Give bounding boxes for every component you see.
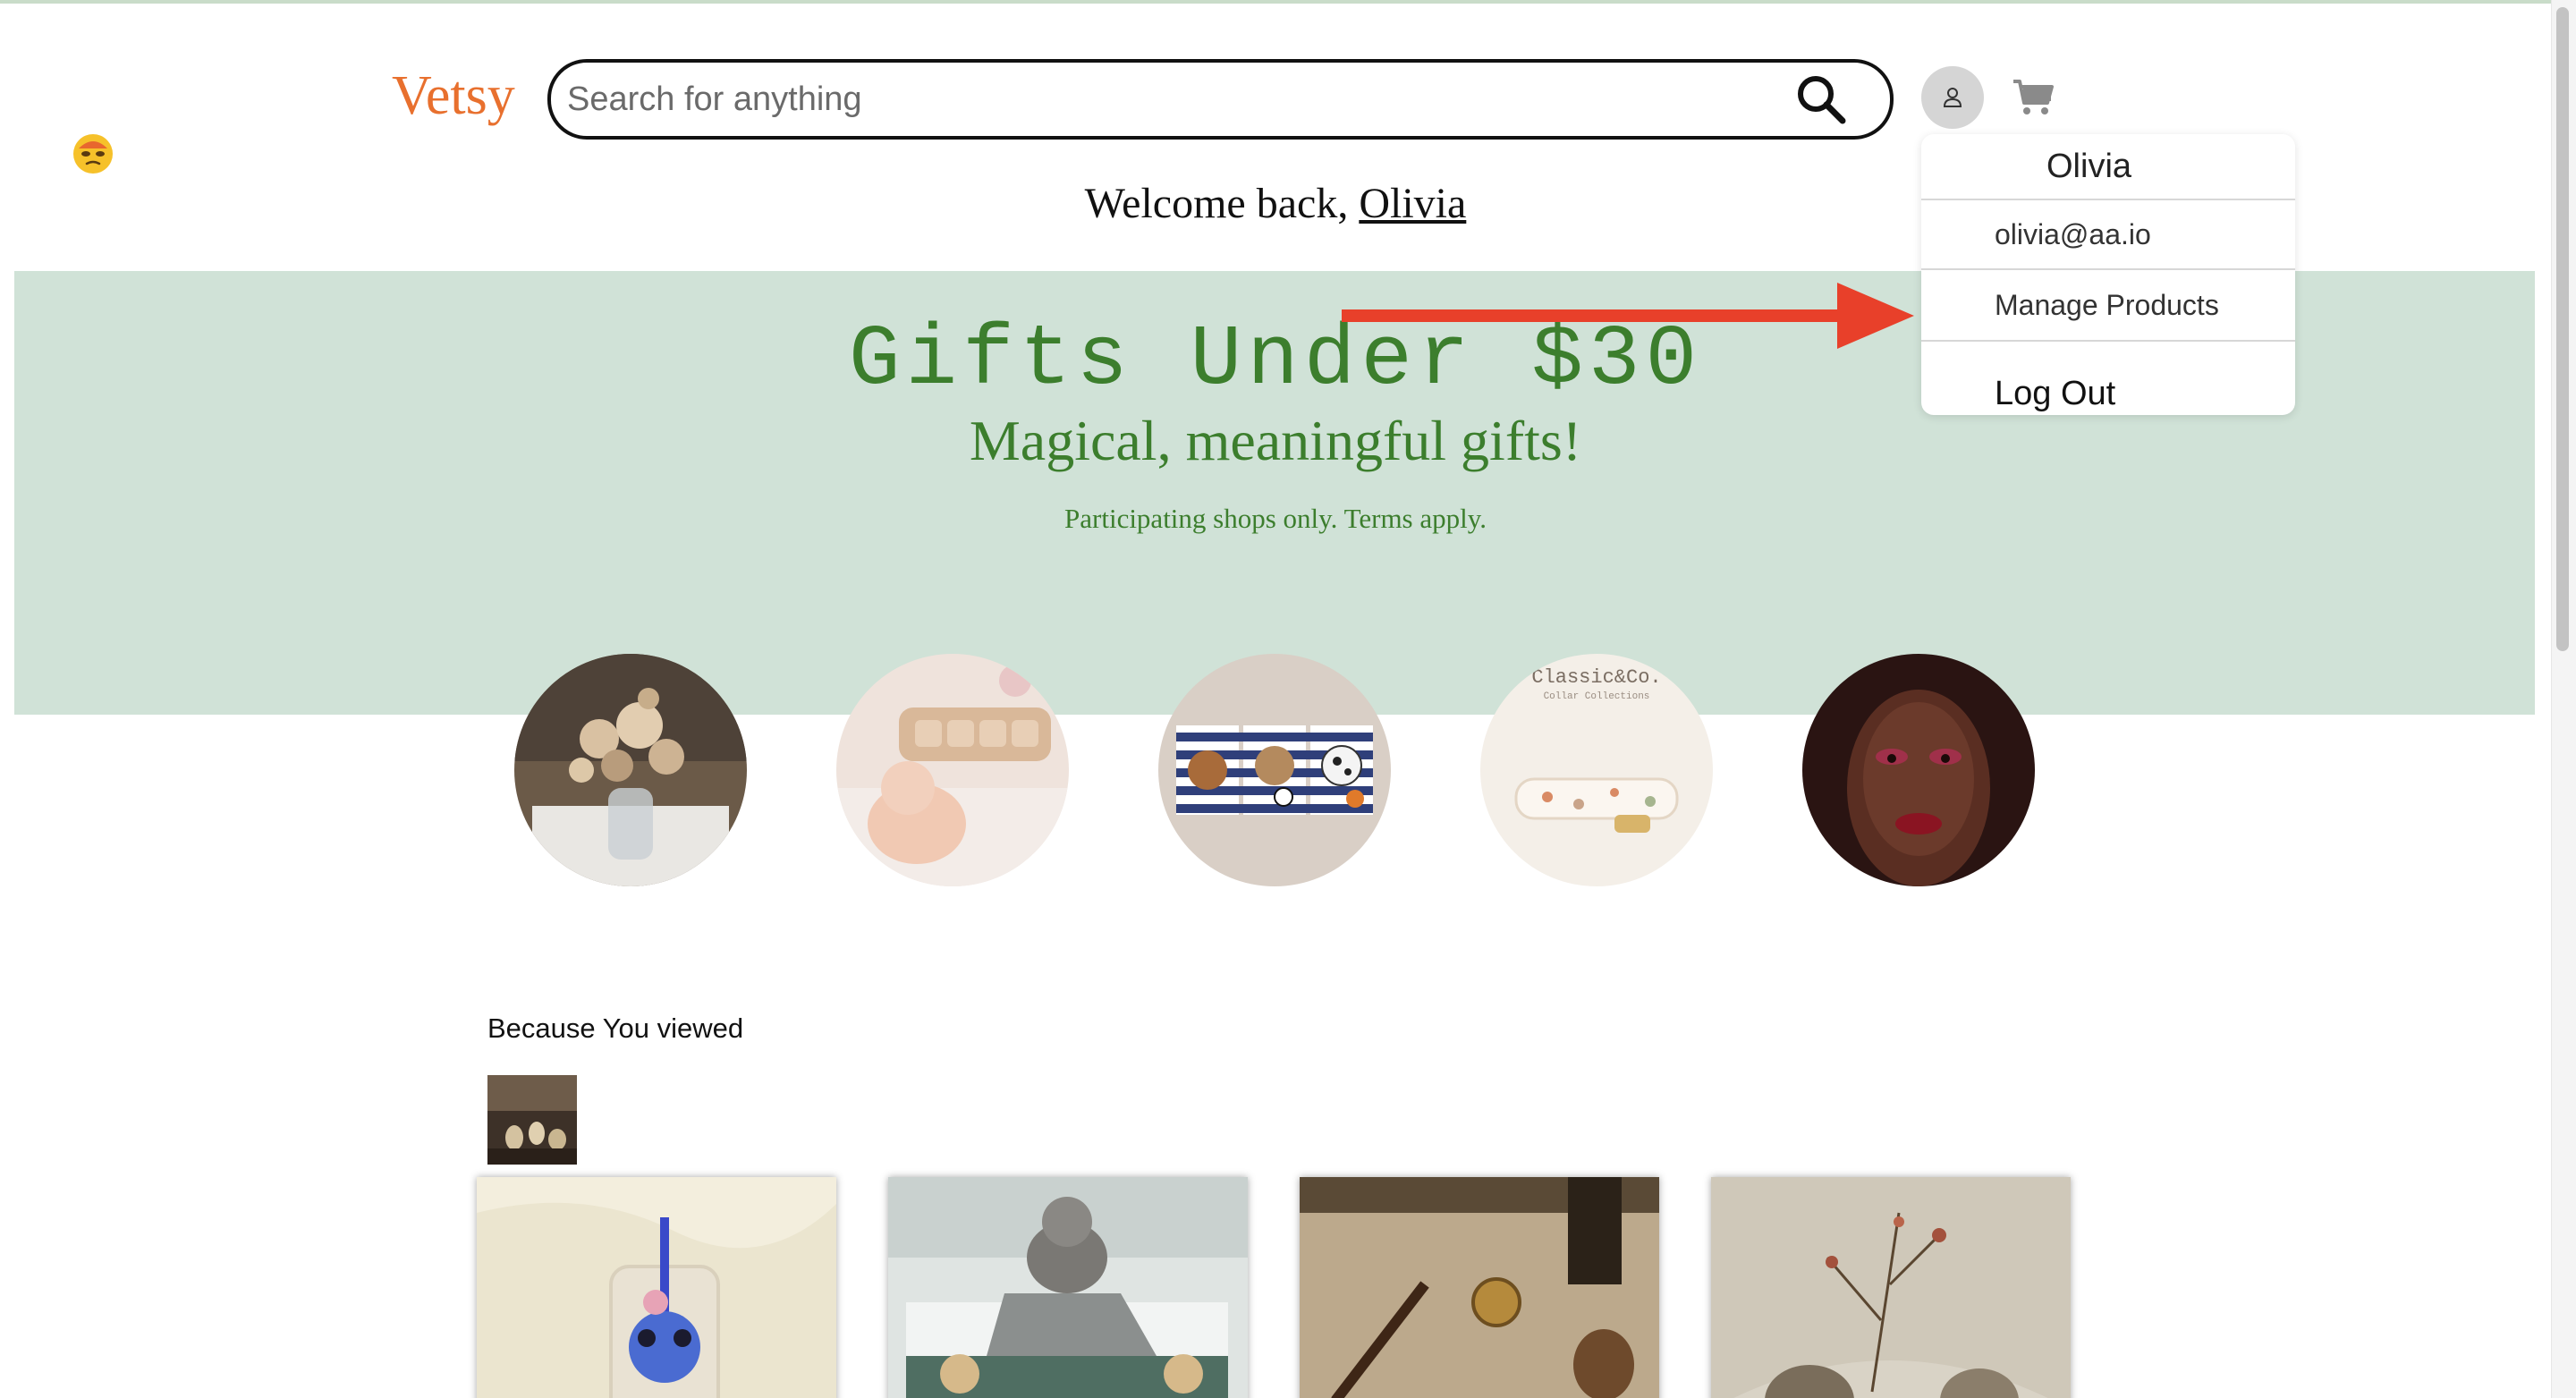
dropdown-name-text: Olivia (2046, 147, 2132, 185)
banner-subtitle: Magical, meaningful gifts! (969, 409, 1582, 472)
manage-products-link[interactable]: Manage Products (1921, 270, 2295, 340)
profile-dropdown: Olivia olivia@aa.io Manage Products Log … (1921, 134, 2295, 415)
category-baby-name-puzzle[interactable] (836, 654, 1069, 886)
category-sports-puppies-print[interactable] (1158, 654, 1391, 886)
search-bar[interactable] (547, 59, 1894, 140)
welcome-prefix: Welcome back, (1084, 180, 1360, 227)
section-title: Because You viewed (487, 1012, 744, 1044)
logo[interactable]: Vetsy (392, 64, 515, 128)
viewed-item-thumbnail[interactable] (487, 1075, 577, 1165)
category-dried-flower-bouquet[interactable] (514, 654, 747, 886)
search-icon[interactable] (1793, 72, 1849, 127)
svg-text:Classic&Co.: Classic&Co. (1531, 666, 1661, 689)
product-card-wizard-wand-compass[interactable] (1300, 1177, 1659, 1398)
product-card-dried-branch-vases[interactable] (1711, 1177, 2071, 1398)
search-input[interactable] (565, 79, 1728, 120)
banner-terms: Participating shops only. Terms apply. (1064, 503, 1487, 534)
category-dog-collar[interactable]: Classic&Co. Collar Collections (1480, 654, 1713, 886)
profile-button[interactable] (1921, 66, 1984, 129)
category-makeup-portrait[interactable] (1802, 654, 2035, 886)
scrollbar-thumb[interactable] (2556, 7, 2569, 651)
product-card-stitch-glass-cup[interactable] (477, 1177, 836, 1398)
product-card-kids-room-teddy[interactable] (888, 1177, 1248, 1398)
user-icon (1943, 88, 1962, 107)
cart-icon[interactable] (2011, 75, 2055, 120)
arrow-annotation-icon (1342, 283, 1914, 349)
dropdown-email: olivia@aa.io (1995, 217, 2151, 250)
logout-button[interactable]: Log Out (1921, 342, 2295, 415)
top-border (0, 0, 2551, 4)
svg-text:Collar Collections: Collar Collections (1544, 691, 1650, 702)
emoji-avatar-icon (73, 134, 113, 174)
welcome-user-link[interactable]: Olivia (1359, 180, 1466, 227)
page: Vetsy Welcome back, Olivia Gifts Under $… (0, 0, 2576, 1398)
dropdown-user-name: Olivia (1921, 134, 2295, 199)
